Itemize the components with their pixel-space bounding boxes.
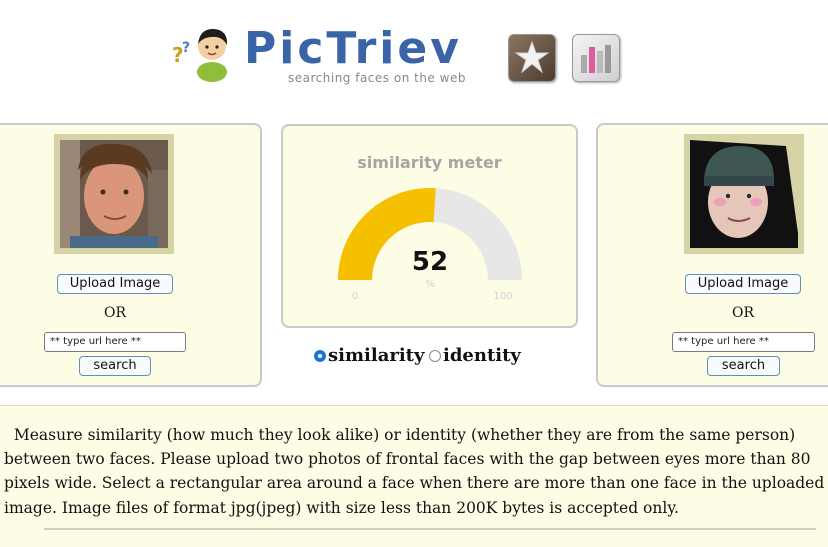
similarity-label: similarity xyxy=(328,345,425,366)
right-url-input[interactable]: ** type url here ** xyxy=(672,332,815,352)
svg-text:?: ? xyxy=(182,40,190,56)
left-url-input[interactable]: ** type url here ** xyxy=(44,332,186,352)
left-face-photo xyxy=(54,134,174,254)
similarity-radio-option[interactable]: similarity xyxy=(314,345,424,366)
similarity-radio-button[interactable] xyxy=(314,349,326,362)
meter-unit: % xyxy=(425,279,435,290)
instructions-text: Measure similarity (how much they look a… xyxy=(4,426,825,517)
identity-label: identity xyxy=(443,345,521,366)
right-search-button[interactable]: search xyxy=(707,356,780,376)
meter-value: 52 xyxy=(411,247,449,277)
app-title: PicTriev xyxy=(244,23,462,74)
identity-radio-button[interactable] xyxy=(429,349,441,362)
logo-mascot-image: ? ? xyxy=(172,22,238,84)
identity-radio-option[interactable]: identity xyxy=(429,345,521,366)
right-or-label: OR xyxy=(731,305,755,321)
left-search-button[interactable]: search xyxy=(79,356,151,376)
right-upload-image-button[interactable]: Upload Image xyxy=(685,274,801,294)
left-or-label: OR xyxy=(103,305,127,321)
meter-min-label: 0 xyxy=(351,291,359,302)
left-upload-image-button[interactable]: Upload Image xyxy=(57,274,173,294)
meter-max-label: 100 xyxy=(493,291,513,302)
bar-chart-icon[interactable] xyxy=(572,34,620,82)
meter-title: similarity meter xyxy=(357,153,502,172)
divider xyxy=(44,528,816,530)
right-face-photo xyxy=(684,134,804,254)
star-icon[interactable] xyxy=(508,34,556,82)
app-tagline: searching faces on the web xyxy=(288,71,466,85)
